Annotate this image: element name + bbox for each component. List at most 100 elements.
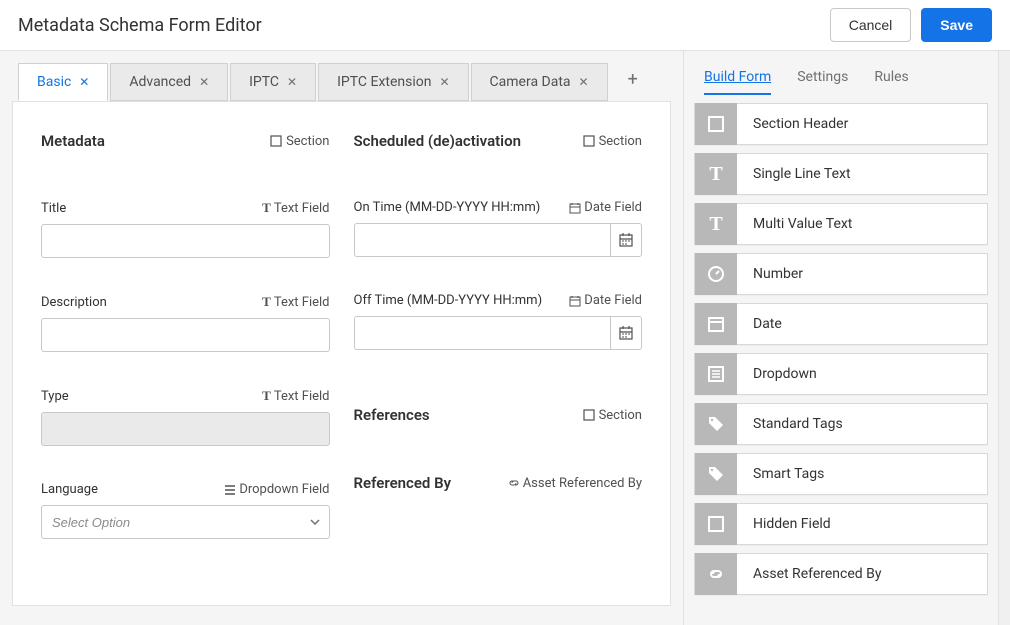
close-icon[interactable]: ✕ [79, 75, 89, 89]
field-type-badge: T Text Field [262, 294, 329, 310]
main-area: Basic ✕ Advanced ✕ IPTC ✕ IPTC Extension… [0, 51, 683, 625]
tag-icon [695, 453, 737, 495]
header: Metadata Schema Form Editor Cancel Save [0, 0, 1010, 51]
header-actions: Cancel Save [830, 8, 992, 42]
text-icon: T [262, 200, 271, 216]
component-dropdown[interactable]: Dropdown [694, 353, 988, 395]
section-title: References [354, 406, 430, 424]
on-time-input[interactable] [354, 223, 611, 257]
link-icon [695, 553, 737, 595]
square-icon [270, 135, 282, 147]
tab-camera-data[interactable]: Camera Data ✕ [471, 63, 608, 101]
component-label: Section Header [737, 116, 864, 132]
link-icon [508, 477, 520, 489]
component-number[interactable]: Number [694, 253, 988, 295]
calendar-icon [695, 303, 737, 345]
field-type-badge: Asset Referenced By [508, 476, 642, 491]
field-title[interactable]: Title T Text Field [41, 200, 330, 258]
component-label: Dropdown [737, 366, 833, 382]
cancel-button[interactable]: Cancel [830, 8, 912, 42]
component-label: Smart Tags [737, 466, 840, 482]
field-label: Description [41, 295, 107, 310]
component-multi-value-text[interactable]: T Multi Value Text [694, 203, 988, 245]
section-title: Metadata [41, 132, 105, 150]
off-time-input[interactable] [354, 316, 611, 350]
field-type-badge: Date Field [569, 293, 642, 308]
section-header-scheduled[interactable]: Scheduled (de)activation Section [354, 132, 643, 150]
form-canvas: Metadata Section Title T Text Field [12, 101, 671, 606]
type-input[interactable] [41, 412, 330, 446]
language-select[interactable]: Select Option [41, 505, 330, 539]
title-input[interactable] [41, 224, 330, 258]
tab-iptc[interactable]: IPTC ✕ [230, 63, 316, 101]
field-off-time[interactable]: Off Time (MM-DD-YYYY HH:mm) Date Field [354, 293, 643, 350]
field-type-label: Asset Referenced By [523, 476, 642, 491]
close-icon[interactable]: ✕ [579, 75, 589, 89]
page-title: Metadata Schema Form Editor [18, 15, 262, 36]
description-input[interactable] [41, 318, 330, 352]
field-description[interactable]: Description T Text Field [41, 294, 330, 352]
component-standard-tags[interactable]: Standard Tags [694, 403, 988, 445]
field-type-label: Date Field [584, 293, 642, 308]
square-icon [583, 409, 595, 421]
sidebar-tab-build-form[interactable]: Build Form [704, 69, 771, 95]
close-icon[interactable]: ✕ [439, 75, 449, 89]
component-label: Date [737, 316, 798, 332]
component-single-line-text[interactable]: T Single Line Text [694, 153, 988, 195]
component-date[interactable]: Date [694, 303, 988, 345]
gauge-icon [695, 253, 737, 295]
add-tab-button[interactable]: + [610, 63, 656, 101]
component-list: Section Header T Single Line Text T Mult… [684, 95, 998, 611]
text-icon: T [262, 294, 271, 310]
calendar-icon [569, 202, 581, 214]
field-type-badge: T Text Field [262, 388, 329, 404]
tab-iptc-extension[interactable]: IPTC Extension ✕ [318, 63, 468, 101]
field-label: Title [41, 201, 66, 216]
tab-label: IPTC Extension [337, 74, 431, 90]
field-label: Language [41, 482, 98, 497]
field-label: Type [41, 389, 69, 404]
save-button[interactable]: Save [921, 8, 992, 42]
section-header-references[interactable]: References Section [354, 406, 643, 424]
sidebar: Build Form Settings Rules Section Header… [683, 51, 998, 625]
tag-icon [695, 403, 737, 445]
close-icon[interactable]: ✕ [287, 75, 297, 89]
sidebar-tab-rules[interactable]: Rules [874, 69, 908, 95]
component-hidden-field[interactable]: Hidden Field [694, 503, 988, 545]
date-picker-button[interactable] [610, 316, 642, 350]
date-picker-button[interactable] [610, 223, 642, 257]
badge-label: Section [599, 408, 642, 423]
list-icon [695, 353, 737, 395]
component-label: Single Line Text [737, 166, 867, 182]
tab-label: Camera Data [490, 74, 571, 90]
badge-label: Section [599, 134, 642, 149]
field-type-badge: Dropdown Field [224, 482, 329, 497]
tab-advanced[interactable]: Advanced ✕ [110, 63, 228, 101]
tab-label: IPTC [249, 74, 279, 90]
badge-label: Section [286, 134, 329, 149]
calendar-icon [618, 232, 634, 248]
field-referenced-by[interactable]: Referenced By Asset Referenced By [354, 474, 643, 492]
section-badge: Section [583, 134, 642, 149]
sidebar-tab-settings[interactable]: Settings [797, 69, 848, 95]
square-icon [583, 135, 595, 147]
referenced-by-title: Referenced By [354, 474, 452, 492]
component-smart-tags[interactable]: Smart Tags [694, 453, 988, 495]
field-on-time[interactable]: On Time (MM-DD-YYYY HH:mm) Date Field [354, 200, 643, 257]
tab-label: Basic [37, 74, 71, 90]
field-type[interactable]: Type T Text Field [41, 388, 330, 446]
list-icon [224, 484, 236, 496]
text-icon: T [262, 388, 271, 404]
component-asset-referenced-by[interactable]: Asset Referenced By [694, 553, 988, 595]
component-section-header[interactable]: Section Header [694, 103, 988, 145]
component-label: Asset Referenced By [737, 566, 897, 582]
section-header-metadata[interactable]: Metadata Section [41, 132, 330, 150]
text-icon: T [695, 153, 737, 195]
text-icon: T [695, 203, 737, 245]
square-icon [695, 503, 737, 545]
close-icon[interactable]: ✕ [199, 75, 209, 89]
field-type-label: Text Field [274, 389, 330, 404]
tab-basic[interactable]: Basic ✕ [18, 63, 108, 101]
field-language[interactable]: Language Dropdown Field Select Option [41, 482, 330, 539]
scrollbar[interactable] [998, 51, 1010, 625]
